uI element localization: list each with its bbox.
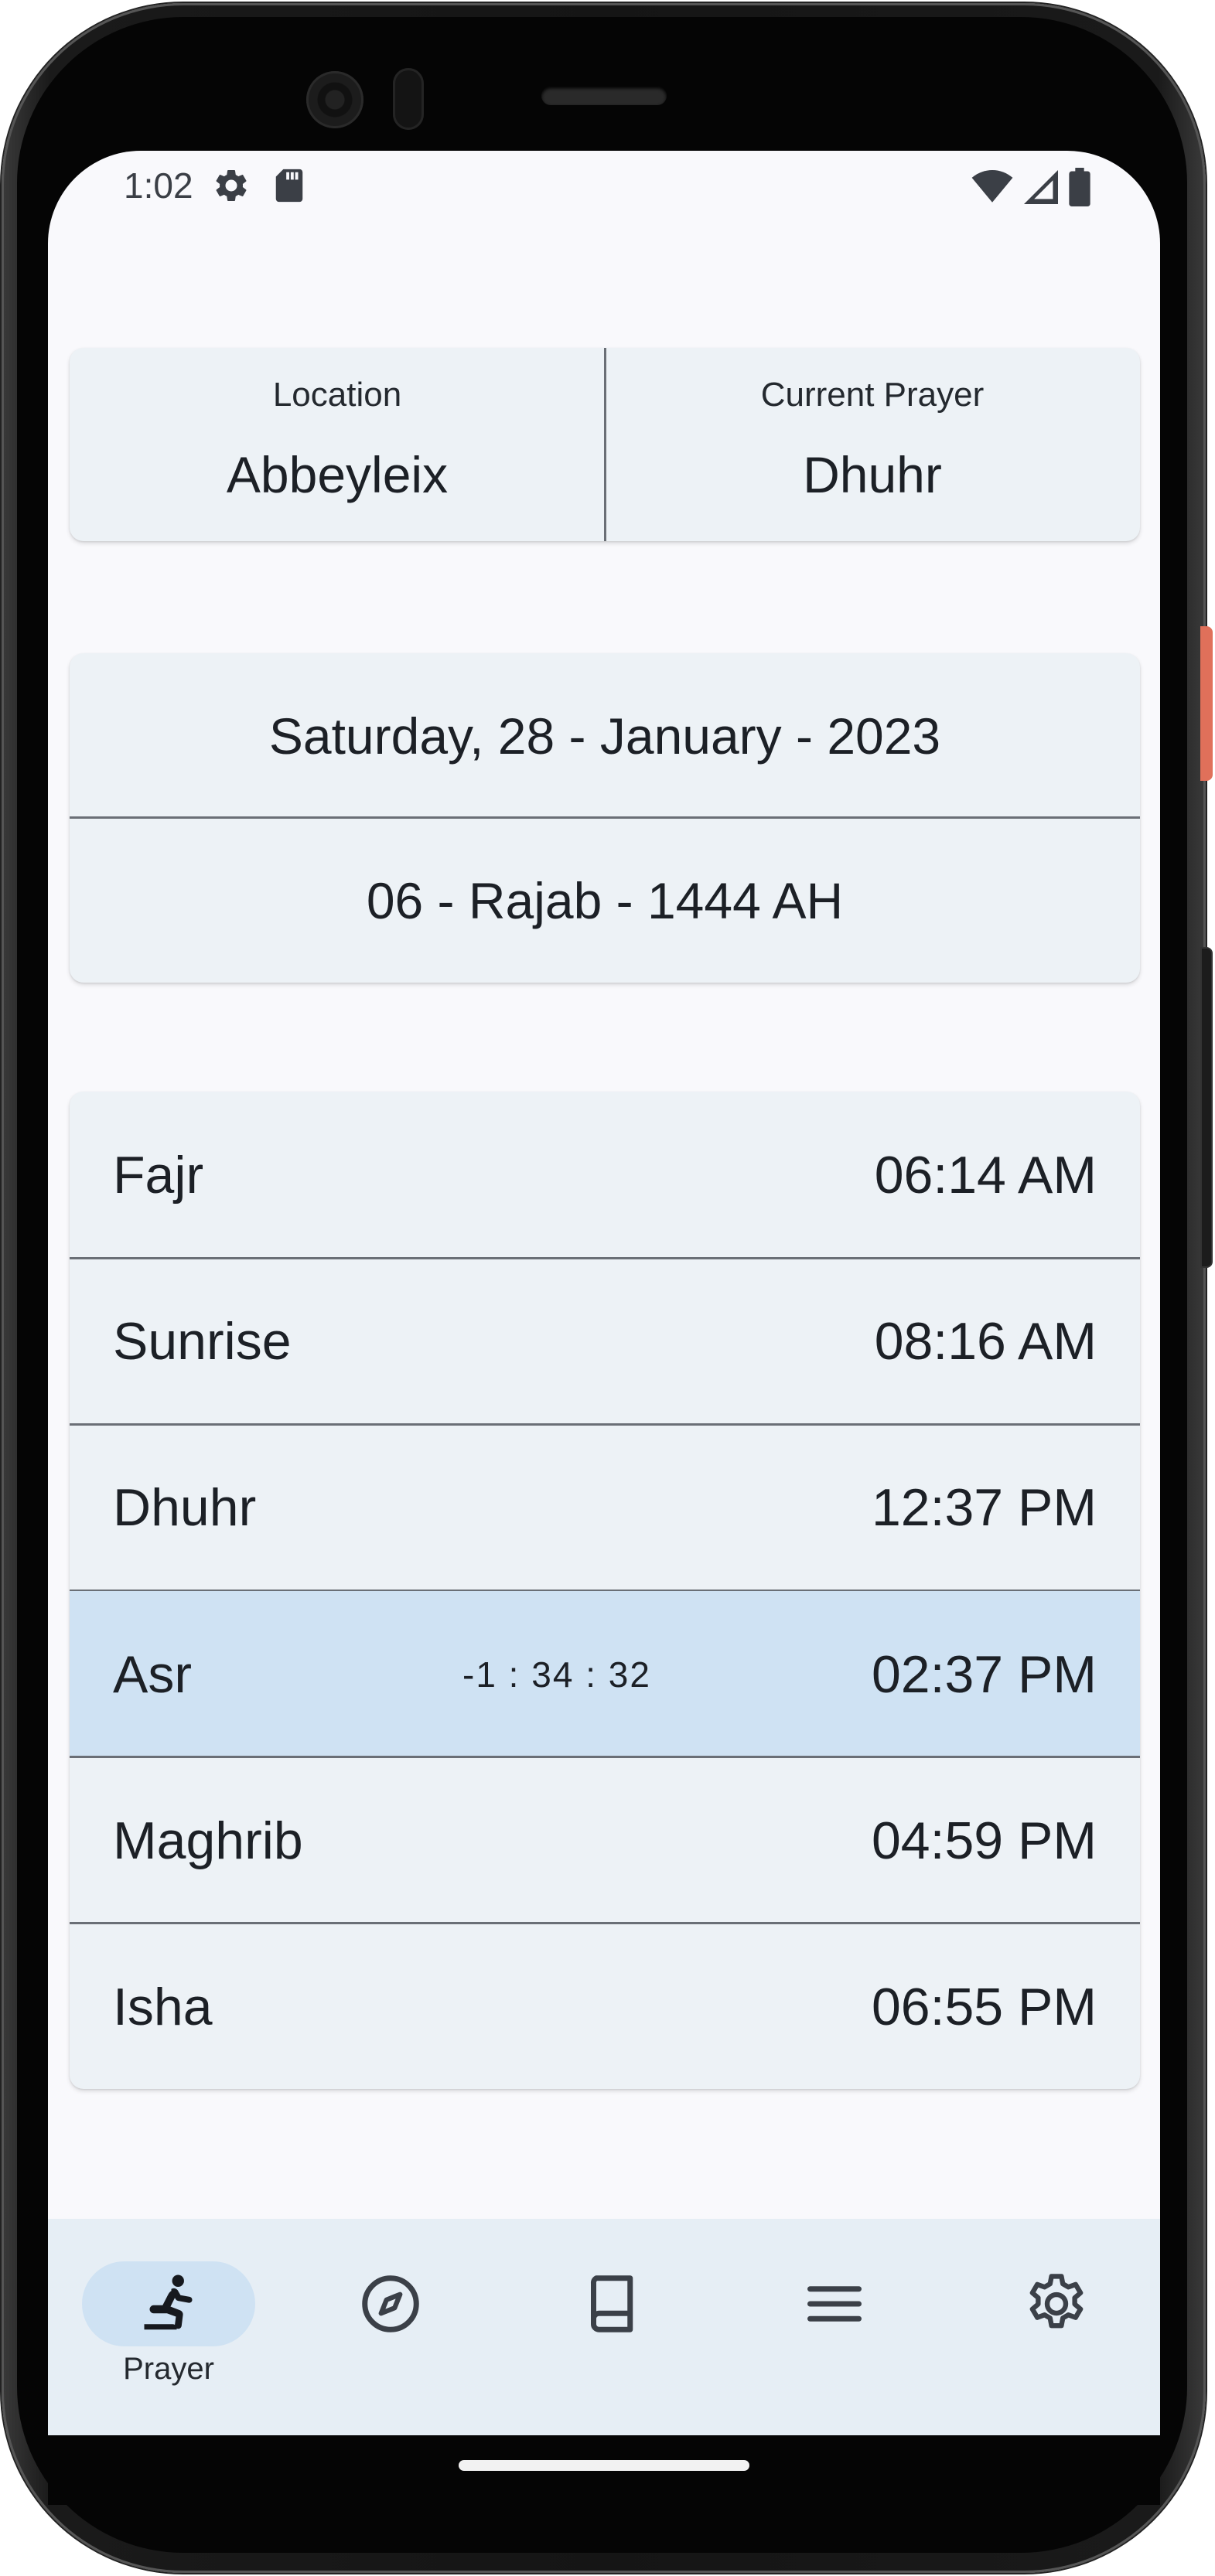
gregorian-date: Saturday, 28 - January - 2023 — [268, 707, 941, 765]
sd-card-icon — [274, 168, 305, 207]
prayer-row-sunrise: Sunrise 08:16 AM — [70, 1258, 1140, 1424]
battery-icon — [1069, 168, 1090, 210]
nav-label-prayer: Prayer — [123, 2352, 214, 2386]
power-button — [1200, 626, 1213, 781]
proximity-sensor — [393, 68, 424, 130]
location-prayer-card: Location Abbeyleix Current Prayer Dhuhr — [70, 348, 1140, 541]
volume-button — [1200, 947, 1213, 1268]
prayer-times-card: Fajr 06:14 AM Sunrise 08:16 AM Dhuhr 12:… — [70, 1092, 1140, 2089]
menu-icon — [796, 2265, 873, 2343]
compass-icon — [352, 2265, 429, 2343]
prayer-time: 02:37 PM — [871, 1644, 1097, 1704]
prayer-time: 06:55 PM — [871, 1977, 1097, 2036]
nav-item-quran[interactable] — [520, 2219, 705, 2435]
bottom-navigation: Prayer — [48, 2219, 1160, 2435]
prayer-name: Maghrib — [113, 1811, 303, 1870]
wifi-icon — [971, 170, 1013, 208]
nav-item-qibla[interactable] — [298, 2219, 483, 2435]
prayer-row-fajr: Fajr 06:14 AM — [70, 1092, 1140, 1258]
prayer-time: 12:37 PM — [871, 1477, 1097, 1537]
current-prayer-cell: Current Prayer Dhuhr — [605, 348, 1140, 541]
prayer-name: Fajr — [113, 1145, 204, 1205]
book-icon — [574, 2265, 651, 2343]
prayer-row-maghrib: Maghrib 04:59 PM — [70, 1757, 1140, 1923]
prayer-name: Isha — [113, 1977, 213, 2036]
home-indicator[interactable] — [459, 2460, 749, 2471]
earpiece-speaker — [541, 87, 667, 105]
current-prayer-label: Current Prayer — [760, 376, 985, 414]
settings-icon — [1018, 2265, 1095, 2343]
nav-item-menu[interactable] — [742, 2219, 927, 2435]
prayer-name: Sunrise — [113, 1311, 292, 1371]
front-camera — [306, 71, 363, 128]
next-prayer-countdown: -1 : 34 : 32 — [462, 1654, 651, 1695]
status-time: 1:02 — [124, 165, 193, 206]
app-screen: 1:02 Location Abbeyleix Current Prayer D… — [48, 151, 1160, 2435]
location-cell: Location Abbeyleix — [70, 348, 605, 541]
prayer-time: 06:14 AM — [874, 1145, 1097, 1205]
location-label: Location — [272, 376, 402, 414]
prayer-row-dhuhr: Dhuhr 12:37 PM — [70, 1424, 1140, 1590]
praying-person-icon — [130, 2265, 207, 2343]
nav-item-prayer[interactable]: Prayer — [76, 2219, 261, 2435]
prayer-name: Asr — [113, 1644, 192, 1704]
prayer-name: Dhuhr — [113, 1477, 257, 1537]
prayer-time: 08:16 AM — [874, 1311, 1097, 1371]
status-bar: 1:02 — [48, 151, 1160, 220]
prayer-time: 04:59 PM — [871, 1811, 1097, 1870]
nav-item-settings[interactable] — [964, 2219, 1149, 2435]
settings-gear-icon — [212, 166, 251, 209]
cellular-signal-icon — [1024, 170, 1058, 208]
location-value: Abbeyleix — [226, 446, 449, 503]
prayer-row-asr: Asr -1 : 34 : 32 02:37 PM — [70, 1591, 1140, 1757]
date-card: Saturday, 28 - January - 2023 06 - Rajab… — [70, 653, 1140, 983]
prayer-row-isha: Isha 06:55 PM — [70, 1923, 1140, 2089]
hijri-date: 06 - Rajab - 1444 AH — [366, 871, 844, 929]
current-prayer-value: Dhuhr — [803, 446, 942, 503]
